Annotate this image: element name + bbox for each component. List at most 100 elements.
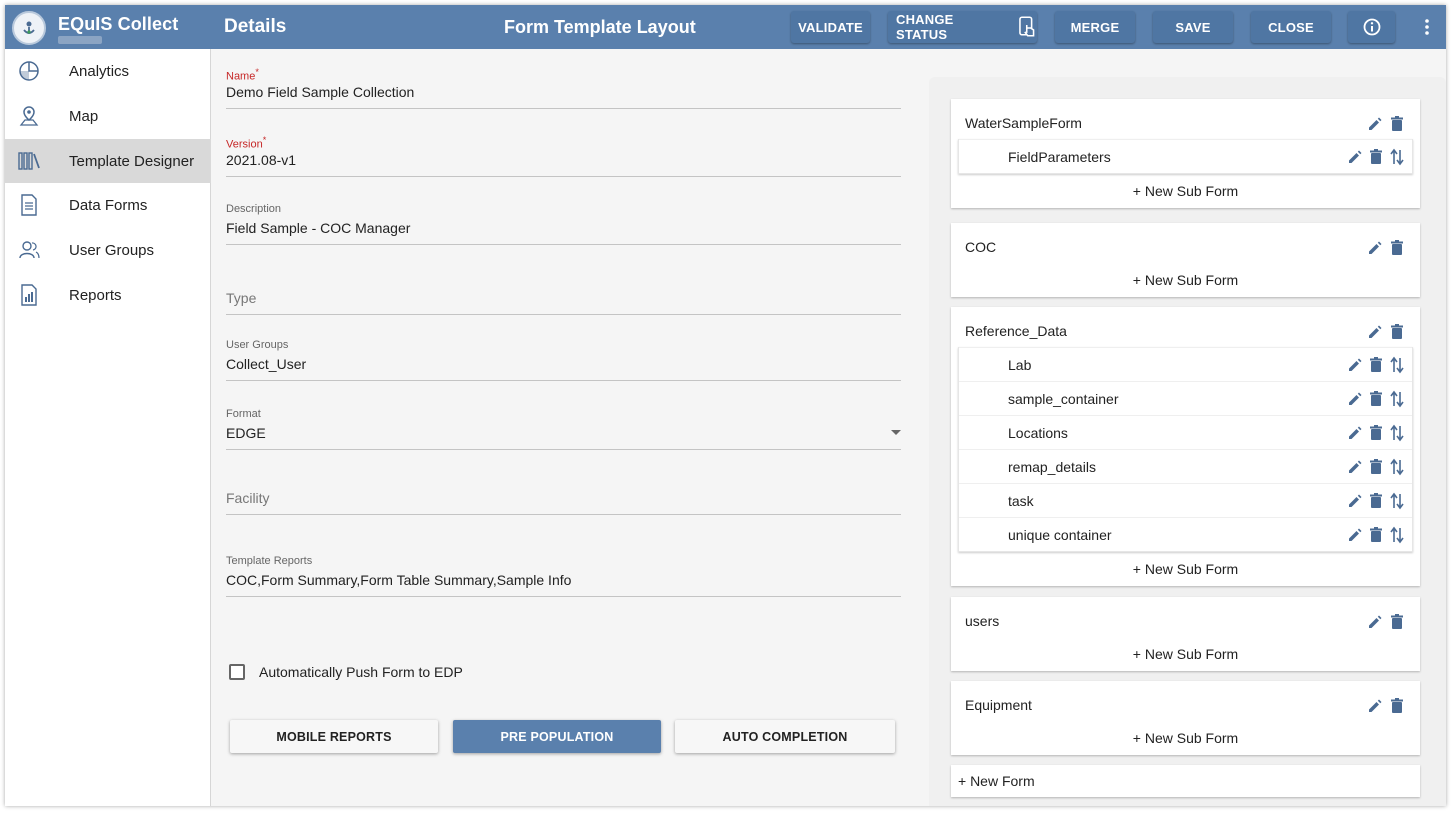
delete-icon[interactable]	[1388, 115, 1406, 133]
info-button[interactable]	[1348, 11, 1395, 43]
delete-icon[interactable]	[1388, 239, 1406, 257]
delete-icon[interactable]	[1388, 613, 1406, 631]
user-groups-field[interactable]: User Groups Collect_User	[226, 339, 901, 381]
new-sub-form-button[interactable]: + New Sub Form	[951, 174, 1420, 208]
sidebar-label: User Groups	[69, 241, 155, 259]
dropdown-arrow-icon[interactable]	[891, 430, 901, 435]
sub-form-row[interactable]: task	[959, 483, 1412, 517]
close-button[interactable]: CLOSE	[1251, 11, 1331, 43]
pie-chart-icon	[17, 59, 41, 83]
form-card: WaterSampleForm FieldParameters + New Su…	[951, 99, 1420, 208]
name-field[interactable]: Name* Demo Field Sample Collection	[226, 67, 901, 109]
sidebar-item-user-groups[interactable]: User Groups	[5, 228, 211, 272]
edit-icon[interactable]	[1366, 115, 1384, 133]
edit-icon[interactable]	[1346, 458, 1364, 476]
auto-completion-button[interactable]: AUTO COMPLETION	[675, 720, 895, 753]
template-reports-field[interactable]: Template Reports COC,Form Summary,Form T…	[226, 555, 901, 597]
reorder-icon[interactable]	[1388, 492, 1406, 510]
sidebar-label: Template Designer	[69, 152, 195, 170]
description-field[interactable]: Description Field Sample - COC Manager	[226, 203, 901, 245]
app-logo[interactable]	[12, 11, 46, 45]
edit-icon[interactable]	[1346, 390, 1364, 408]
edit-icon[interactable]	[1366, 613, 1384, 631]
edit-icon[interactable]	[1346, 492, 1364, 510]
sub-form-row[interactable]: Lab	[959, 347, 1412, 381]
delete-icon[interactable]	[1367, 526, 1385, 544]
version-value[interactable]: 2021.08-v1	[226, 149, 901, 171]
sub-form-name: sample_container	[1008, 391, 1119, 407]
new-sub-form-button[interactable]: + New Sub Form	[951, 637, 1420, 671]
sidebar-item-template-designer[interactable]: Template Designer	[5, 139, 211, 183]
sub-form-row[interactable]: unique container	[959, 517, 1412, 551]
change-status-button[interactable]: CHANGE STATUS	[888, 11, 1037, 43]
name-value[interactable]: Demo Field Sample Collection	[226, 81, 901, 103]
edit-icon[interactable]	[1346, 148, 1364, 166]
sidebar-label: Map	[69, 107, 99, 125]
delete-icon[interactable]	[1367, 424, 1385, 442]
sidebar-item-data-forms[interactable]: Data Forms	[5, 183, 211, 227]
version-field[interactable]: Version* 2021.08-v1	[226, 135, 901, 177]
logo-icon	[23, 21, 35, 34]
sub-form-row[interactable]: sample_container	[959, 381, 1412, 415]
new-sub-form-button[interactable]: + New Sub Form	[951, 552, 1420, 586]
delete-icon[interactable]	[1388, 697, 1406, 715]
delete-icon[interactable]	[1367, 148, 1385, 166]
format-value[interactable]: EDGE	[226, 422, 901, 444]
map-pin-icon	[17, 104, 41, 128]
edit-icon[interactable]	[1366, 697, 1384, 715]
app-title: EQuIS Collect	[58, 14, 179, 34]
sidebar-item-reports[interactable]: Reports	[5, 273, 211, 317]
template-reports-value[interactable]: COC,Form Summary,Form Table Summary,Samp…	[226, 569, 901, 591]
description-label: Description	[226, 203, 282, 215]
sub-form-name: Locations	[1008, 425, 1068, 441]
sub-form-row[interactable]: FieldParameters	[959, 139, 1412, 173]
save-button[interactable]: SAVE	[1153, 11, 1233, 43]
facility-field[interactable]: Facility	[226, 487, 901, 515]
merge-button[interactable]: MERGE	[1055, 11, 1135, 43]
description-value[interactable]: Field Sample - COC Manager	[226, 217, 901, 239]
reorder-icon[interactable]	[1388, 526, 1406, 544]
sub-form-row[interactable]: remap_details	[959, 449, 1412, 483]
library-icon	[17, 149, 41, 173]
new-sub-form-button[interactable]: + New Sub Form	[951, 721, 1420, 755]
sub-form-name: remap_details	[1008, 459, 1096, 475]
layout-title: Form Template Layout	[504, 17, 696, 37]
new-form-button[interactable]: + New Form	[951, 765, 1420, 797]
mobile-reports-button[interactable]: MOBILE REPORTS	[230, 720, 438, 753]
delete-icon[interactable]	[1367, 492, 1385, 510]
delete-icon[interactable]	[1367, 390, 1385, 408]
delete-icon[interactable]	[1367, 458, 1385, 476]
sub-form-name: unique container	[1008, 527, 1112, 543]
delete-icon[interactable]	[1367, 356, 1385, 374]
name-label: Name*	[226, 67, 259, 83]
details-form: Name* Demo Field Sample Collection Versi…	[211, 49, 926, 806]
more-menu-button[interactable]	[1417, 15, 1437, 39]
reorder-icon[interactable]	[1388, 458, 1406, 476]
validate-button[interactable]: VALIDATE	[791, 11, 870, 43]
pre-population-button[interactable]: PRE POPULATION	[453, 720, 661, 753]
reorder-icon[interactable]	[1388, 356, 1406, 374]
form-card: users + New Sub Form	[951, 597, 1420, 671]
app-window: EQuIS Collect Details Form Template Layo…	[5, 5, 1446, 806]
edit-icon[interactable]	[1346, 424, 1364, 442]
sub-form-name: Lab	[1008, 357, 1032, 373]
format-select[interactable]: Format EDGE	[226, 408, 901, 450]
new-sub-form-button[interactable]: + New Sub Form	[951, 263, 1420, 297]
auto-push-checkbox[interactable]	[229, 664, 245, 680]
edit-icon[interactable]	[1346, 356, 1364, 374]
reorder-icon[interactable]	[1388, 148, 1406, 166]
edit-icon[interactable]	[1366, 239, 1384, 257]
reorder-icon[interactable]	[1388, 390, 1406, 408]
user-groups-value[interactable]: Collect_User	[226, 353, 901, 375]
sub-form-row[interactable]: Locations	[959, 415, 1412, 449]
sidebar-item-map[interactable]: Map	[5, 94, 211, 138]
edit-icon[interactable]	[1366, 323, 1384, 341]
edit-icon[interactable]	[1346, 526, 1364, 544]
form-layout-panel: WaterSampleForm FieldParameters + New Su…	[929, 77, 1446, 806]
sidebar-item-analytics[interactable]: Analytics	[5, 49, 211, 93]
form-card: COC + New Sub Form	[951, 223, 1420, 297]
section-title: Details	[224, 16, 287, 37]
type-field[interactable]: Type	[226, 287, 901, 315]
reorder-icon[interactable]	[1388, 424, 1406, 442]
delete-icon[interactable]	[1388, 323, 1406, 341]
